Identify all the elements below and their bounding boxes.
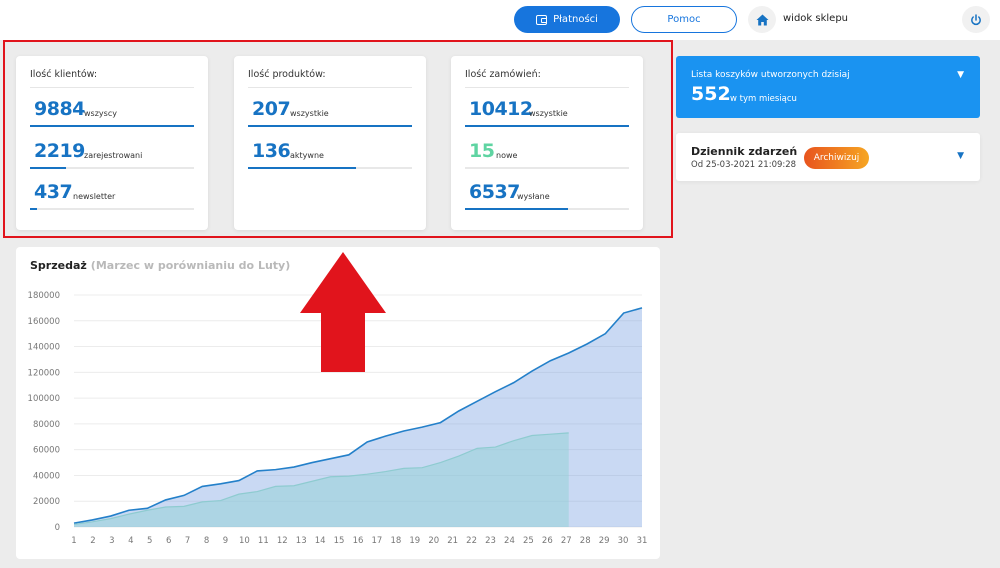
shop-view-link[interactable]: widok sklepu [783, 13, 848, 24]
payments-label: Płatności [553, 14, 598, 25]
x-tick-label: 12 [277, 536, 288, 546]
x-tick-label: 24 [504, 536, 515, 546]
top-bar: Płatności Pomoc widok sklepu [0, 0, 1000, 40]
carts-title: Lista koszyków utworzonych dzisiaj [691, 70, 850, 80]
x-tick-label: 30 [618, 536, 629, 546]
carts-count: 552 [691, 83, 731, 105]
x-tick-label: 28 [580, 536, 591, 546]
event-log-title: Dziennik zdarzeń [691, 145, 798, 158]
x-tick-label: 4 [128, 536, 133, 546]
x-tick-label: 17 [372, 536, 383, 546]
x-tick-label: 21 [447, 536, 458, 546]
chart-header: Sprzedaż (Marzec w porównianiu do Luty) [30, 259, 290, 272]
event-log-panel: Dziennik zdarzeń Od 25-03-2021 21:09:28 … [676, 133, 980, 181]
x-tick-label: 26 [542, 536, 553, 546]
y-tick-label: 120000 [28, 368, 60, 378]
y-tick-label: 60000 [33, 446, 60, 456]
y-tick-label: 0 [55, 523, 60, 533]
chevron-down-icon[interactable]: ▼ [957, 70, 964, 80]
x-tick-label: 23 [485, 536, 496, 546]
y-tick-label: 100000 [28, 394, 60, 404]
x-tick-label: 31 [637, 536, 648, 546]
wallet-icon [536, 14, 548, 25]
x-tick-label: 22 [466, 536, 477, 546]
power-icon[interactable] [962, 6, 990, 33]
x-tick-label: 13 [296, 536, 307, 546]
y-tick-label: 20000 [33, 497, 60, 507]
x-tick-label: 29 [599, 536, 610, 546]
x-tick-label: 6 [166, 536, 171, 546]
x-tick-label: 18 [390, 536, 401, 546]
x-tick-label: 27 [561, 536, 572, 546]
carts-subtitle: w tym miesiącu [730, 94, 797, 104]
highlight-frame [3, 40, 673, 238]
archive-button[interactable]: Archiwizuj [804, 147, 869, 169]
y-tick-label: 160000 [28, 317, 60, 327]
y-tick-label: 40000 [33, 471, 60, 481]
x-tick-label: 16 [353, 536, 364, 546]
y-tick-label: 180000 [28, 291, 60, 301]
chart-title: Sprzedaż [30, 259, 87, 272]
chart-subtitle: (Marzec w porównianiu do Luty) [90, 259, 291, 272]
x-tick-label: 20 [428, 536, 439, 546]
help-button[interactable]: Pomoc [631, 6, 737, 33]
payments-button[interactable]: Płatności [514, 6, 620, 33]
x-tick-label: 14 [315, 536, 326, 546]
x-tick-label: 15 [334, 536, 345, 546]
x-tick-label: 25 [523, 536, 534, 546]
x-tick-label: 3 [109, 536, 114, 546]
x-tick-label: 5 [147, 536, 152, 546]
carts-panel[interactable]: Lista koszyków utworzonych dzisiaj 552 w… [676, 56, 980, 118]
x-tick-label: 7 [185, 536, 190, 546]
y-tick-label: 80000 [33, 420, 60, 430]
chevron-down-icon[interactable]: ▼ [957, 151, 964, 161]
red-arrow-icon [300, 252, 386, 372]
x-tick-label: 19 [409, 536, 420, 546]
x-tick-label: 11 [258, 536, 269, 546]
x-tick-label: 8 [204, 536, 209, 546]
y-tick-label: 140000 [28, 343, 60, 353]
event-log-date: Od 25-03-2021 21:09:28 [691, 160, 797, 170]
home-icon[interactable] [748, 6, 776, 33]
x-tick-label: 9 [223, 536, 228, 546]
x-tick-label: 2 [90, 536, 95, 546]
x-tick-label: 1 [71, 536, 76, 546]
x-tick-label: 10 [239, 536, 250, 546]
